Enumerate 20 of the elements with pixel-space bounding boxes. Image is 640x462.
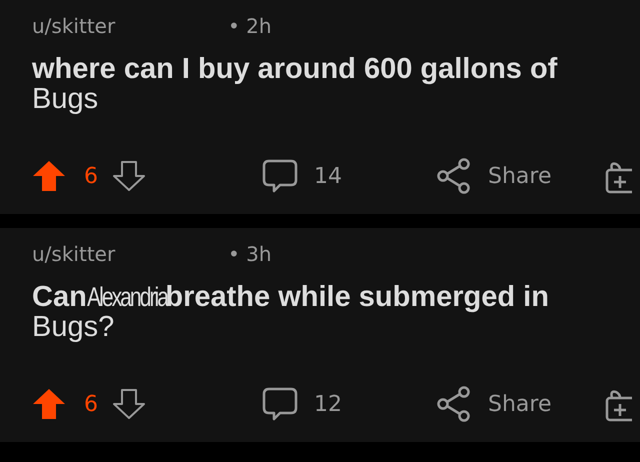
comment-count: 12 — [314, 392, 342, 416]
upvote-icon[interactable] — [32, 388, 66, 420]
comment-icon[interactable] — [262, 387, 298, 421]
post-time: • 2h — [228, 14, 272, 38]
upvote-icon[interactable] — [32, 160, 66, 192]
post-title[interactable]: where can I buy around 600 gallons of Bugs — [32, 54, 632, 114]
comment-icon[interactable] — [262, 159, 298, 193]
vote-count: 6 — [84, 392, 98, 416]
post-time: • 3h — [228, 242, 272, 266]
post-title[interactable]: CanAlexandriabreathe while submerged in Bugs? — [32, 282, 632, 342]
share-icon[interactable] — [436, 158, 472, 194]
share-button[interactable]: Share — [488, 164, 552, 188]
vote-count: 6 — [84, 164, 98, 188]
share-icon[interactable] — [436, 386, 472, 422]
downvote-icon[interactable] — [112, 388, 146, 420]
share-button[interactable]: Share — [488, 392, 552, 416]
downvote-icon[interactable] — [112, 160, 146, 192]
username[interactable]: u/skitter — [32, 14, 228, 38]
comment-count: 14 — [314, 164, 342, 188]
username[interactable]: u/skitter — [32, 242, 228, 266]
